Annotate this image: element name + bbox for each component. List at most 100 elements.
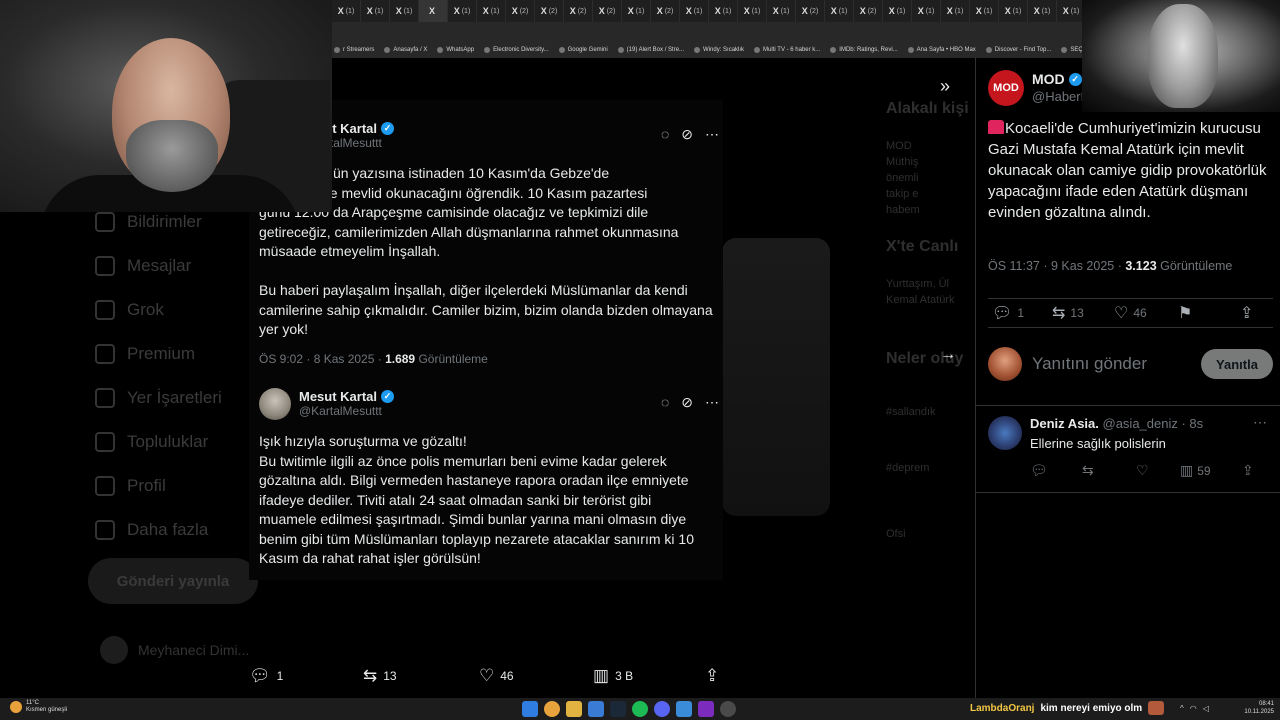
browser-tab[interactable]: X (1) [448, 0, 477, 22]
discord-icon[interactable] [654, 701, 670, 717]
views-button[interactable]: ▥ 3 B [593, 666, 633, 686]
like-button[interactable]: ♡ 46 [1114, 303, 1147, 323]
browser-tab[interactable]: X (1) [883, 0, 912, 22]
browser-tab[interactable]: X [419, 0, 448, 22]
browser-tab[interactable]: X (1) [767, 0, 796, 22]
reply-button[interactable]: 💬︎ 1 [992, 303, 1024, 323]
browser-tab[interactable]: X (1) [1028, 0, 1057, 22]
tweet-second: Mesut Kartal ✓ @KartalMesuttt ◌ ⊘ ⋯ Işık … [259, 388, 719, 569]
divider [976, 405, 1280, 406]
x-logo-icon: X [888, 6, 895, 16]
volume-icon[interactable]: ◁ [1203, 704, 1209, 713]
repost-button[interactable]: ⇆ 13 [1052, 303, 1084, 323]
bookmark-item[interactable]: Discover - Find Top... [985, 47, 1051, 53]
browser-tab[interactable]: X (1) [390, 0, 419, 22]
browser-tab[interactable]: X (1) [332, 0, 361, 22]
browser-tab[interactable]: X (1) [361, 0, 390, 22]
favicon-icon [558, 47, 565, 53]
x-logo-icon: X [830, 6, 837, 16]
browser-tab[interactable]: X (1) [622, 0, 651, 22]
like-button[interactable]: ♡ 46 [479, 666, 514, 686]
grok-icon[interactable]: ⊘ [681, 394, 693, 411]
spotify-icon[interactable] [632, 701, 648, 717]
reply-submit-button[interactable]: Yanıtla [1201, 349, 1273, 379]
app-icon[interactable] [698, 701, 714, 717]
browser-tab[interactable]: X (2) [506, 0, 535, 22]
bookmark-button[interactable]: ⚑ [1178, 303, 1192, 323]
chart-icon: ▥ [1180, 462, 1194, 478]
reply-input[interactable]: Yanıtını gönder [1032, 354, 1201, 374]
engagement-bar: 💬︎ 1 ⇆ 13 ♡ 46 ▥ 3 B ⇪ [249, 662, 729, 690]
browser-tab[interactable]: X (1) [912, 0, 941, 22]
more-icon[interactable]: ⋯ [1253, 414, 1267, 431]
mod-logo[interactable]: MOD [988, 70, 1024, 106]
views-button[interactable]: ▥ 59 [1180, 462, 1211, 479]
heart-icon[interactable]: ♡ [1136, 462, 1149, 479]
browser-tab[interactable]: X (2) [796, 0, 825, 22]
bookmark-icon: ⚑ [1178, 305, 1193, 322]
browser-tab[interactable]: X (2) [593, 0, 622, 22]
browser-tab[interactable]: X (2) [564, 0, 593, 22]
app-icon[interactable] [720, 701, 736, 717]
bookmark-item[interactable]: Google Gemini [558, 47, 608, 53]
browser-tab[interactable]: X (1) [999, 0, 1028, 22]
browser-tab[interactable]: X (1) [709, 0, 738, 22]
avatar[interactable] [988, 416, 1022, 450]
browser-tab[interactable]: X (1) [477, 0, 506, 22]
browser-tab[interactable]: X (1) [941, 0, 970, 22]
bookmark-item[interactable]: (19) Alert Box / Stre... [617, 47, 684, 53]
x-logo-icon: X [975, 6, 982, 16]
refresh-icon[interactable]: ◌ [661, 126, 669, 143]
share-button[interactable]: ⇪ [1240, 303, 1253, 323]
avatar[interactable] [259, 388, 291, 420]
repost-icon[interactable]: ⇆ [1082, 462, 1094, 479]
clock[interactable]: 08:41 10.11.2025 [1240, 700, 1274, 716]
browser-tab[interactable]: X (1) [680, 0, 709, 22]
bookmark-item[interactable]: Multi TV - 6 haber k... [754, 47, 820, 53]
bookmark-item[interactable]: SEÇİM S [1061, 47, 1082, 53]
bookmark-item[interactable]: Ana Sayfa • HBO Max [907, 47, 976, 53]
address-bar[interactable] [332, 22, 1082, 42]
folder-icon[interactable] [566, 701, 582, 717]
bookmark-item[interactable]: Anasayfa / X [384, 47, 427, 53]
browser-tab[interactable]: X (2) [854, 0, 883, 22]
grok-icon[interactable]: ⊘ [681, 126, 693, 143]
x-logo-icon: X [714, 6, 721, 16]
x-logo-icon: X [569, 6, 576, 16]
share-icon[interactable]: ⇪ [1242, 462, 1254, 479]
browser-tab[interactable]: X (1) [1057, 0, 1082, 22]
next-arrow-icon[interactable]: → [940, 346, 956, 364]
app-icon[interactable] [676, 701, 692, 717]
more-icon[interactable]: ⋯ [705, 126, 719, 143]
bookmark-item[interactable]: r Streamers [334, 47, 374, 53]
favicon-icon [437, 47, 444, 53]
browser-tab[interactable]: X (1) [738, 0, 767, 22]
x-logo-icon: X [1004, 6, 1011, 16]
reply-button[interactable]: 💬︎ 1 [249, 666, 283, 686]
share-button[interactable]: ⇪ [705, 666, 719, 686]
app-icon[interactable] [588, 701, 604, 717]
chrome-icon[interactable] [544, 701, 560, 717]
refresh-icon[interactable]: ◌ [661, 394, 669, 411]
browser-tab[interactable]: X (2) [651, 0, 680, 22]
bookmark-item[interactable]: WhatsApp [437, 47, 474, 53]
author-name[interactable]: Mesut Kartal ✓ [299, 389, 395, 404]
wifi-icon[interactable]: ◠ [1190, 704, 1197, 713]
collapse-chevron-icon[interactable]: » [940, 76, 950, 97]
bookmark-item[interactable]: Windy: Sıcaklık [694, 47, 744, 53]
browser-tab[interactable]: X (1) [825, 0, 854, 22]
reply-icon[interactable]: 💬︎ [1030, 462, 1048, 479]
x-logo-icon: X [453, 6, 460, 16]
author-handle[interactable]: @KartalMesuttt [299, 404, 394, 419]
bookmark-item[interactable]: Electronic Diversity... [484, 47, 549, 53]
browser-tab[interactable]: X (1) [970, 0, 999, 22]
weather-widget[interactable]: 11°C Kısmen güneşli [10, 700, 67, 714]
windows-start-icon[interactable] [522, 701, 538, 717]
more-icon[interactable]: ⋯ [705, 394, 719, 411]
chevron-up-icon[interactable]: ^ [1180, 704, 1184, 713]
repost-button[interactable]: ⇆ 13 [363, 666, 397, 686]
system-tray[interactable]: ^ ◠ ◁ [1180, 704, 1209, 713]
browser-tab[interactable]: X (2) [535, 0, 564, 22]
steam-icon[interactable] [610, 701, 626, 717]
bookmark-item[interactable]: IMDb: Ratings, Revi... [830, 47, 898, 53]
